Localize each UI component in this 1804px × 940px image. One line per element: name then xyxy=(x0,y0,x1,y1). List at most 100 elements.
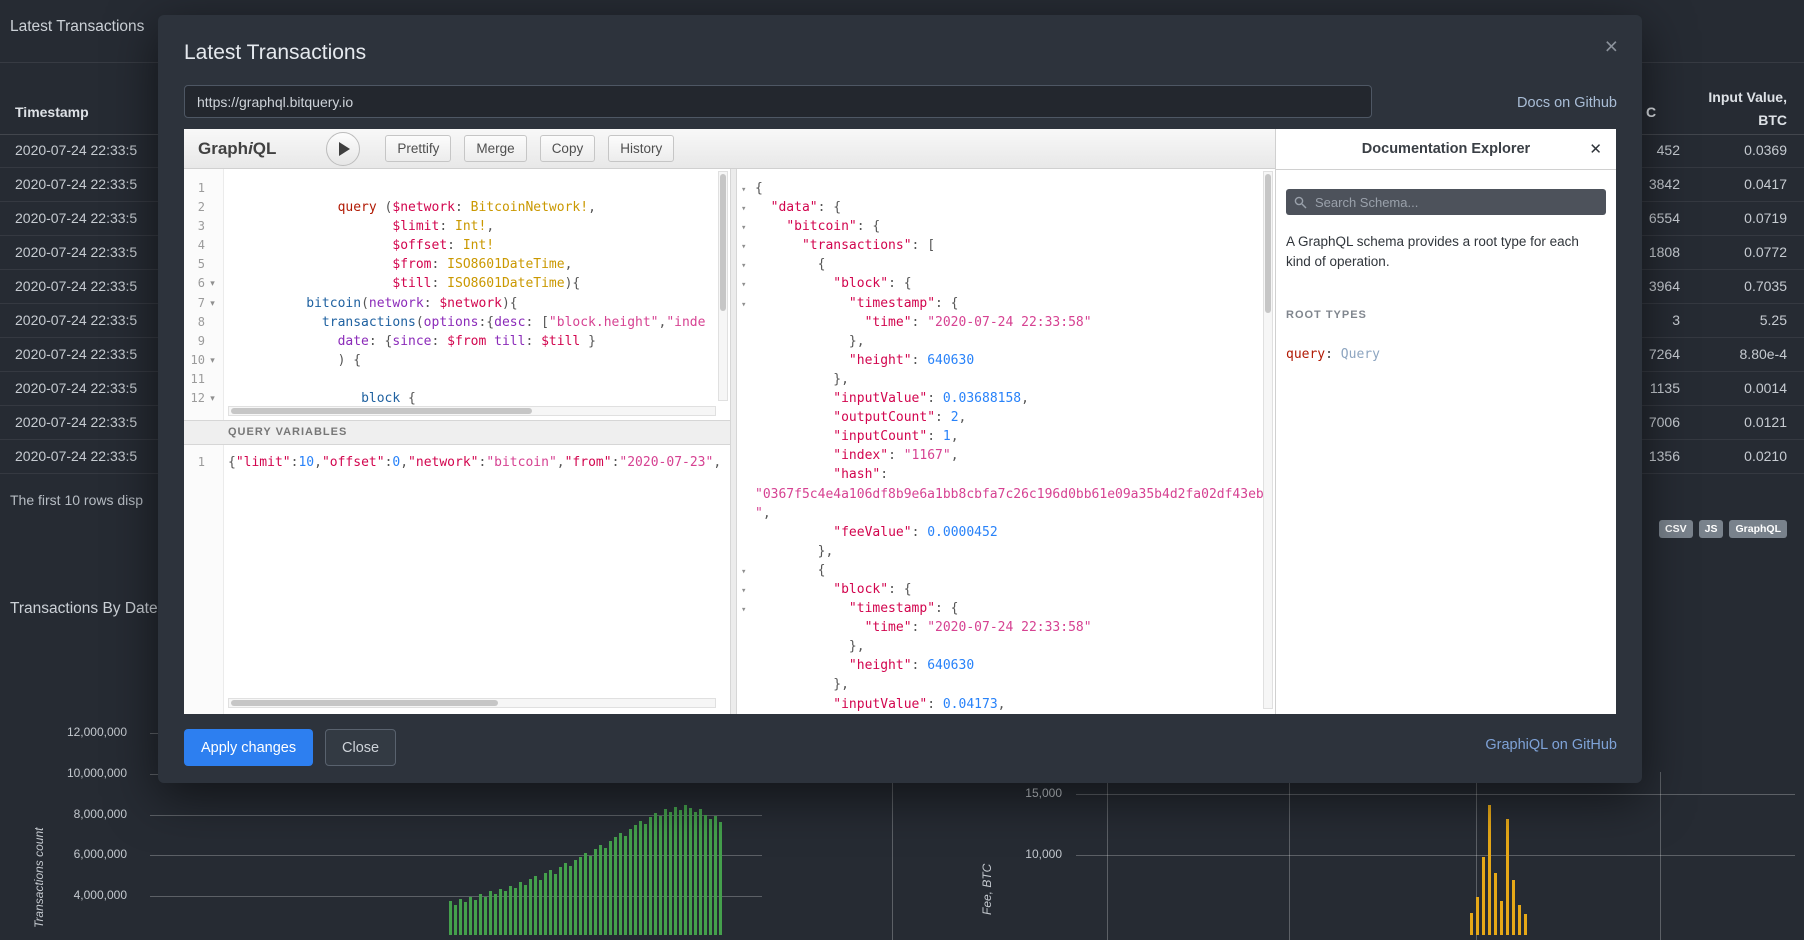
line-number: 2 xyxy=(184,198,205,217)
line-number: 5 xyxy=(184,255,205,274)
bar xyxy=(549,870,552,935)
bar xyxy=(629,829,632,935)
bar xyxy=(639,821,642,935)
bar xyxy=(534,876,537,935)
documentation-explorer: Documentation Explorer ✕ A GraphQL schem… xyxy=(1275,129,1616,714)
close-button[interactable]: Close xyxy=(325,729,396,766)
gridline xyxy=(1076,855,1795,856)
fold-arrow-icon[interactable]: ▾ xyxy=(205,389,220,408)
endpoint-url-input[interactable] xyxy=(184,85,1372,118)
fold-arrow-icon[interactable]: ▾ xyxy=(741,276,755,295)
graphiql-editor: GraphiQL PrettifyMergeCopyHistory 123456… xyxy=(184,129,1616,714)
line-number: 10 xyxy=(184,351,205,370)
y-tick-label: 8,000,000 xyxy=(0,807,127,821)
query-horizontal-scrollbar[interactable] xyxy=(228,406,716,416)
variables-gutter: 1 xyxy=(184,445,224,714)
variables-editor[interactable]: 1 {"limit":10,"offset":0,"network":"bitc… xyxy=(184,445,730,714)
toolbar-merge-button[interactable]: Merge xyxy=(464,135,526,162)
bar xyxy=(1512,880,1515,935)
query-code[interactable]: query ($network: BitcoinNetwork!, $limit… xyxy=(228,179,730,420)
toolbar-history-button[interactable]: History xyxy=(608,135,674,162)
bar xyxy=(699,809,702,935)
fold-arrow-icon[interactable]: ▾ xyxy=(205,274,220,293)
scrollbar-thumb[interactable] xyxy=(231,408,532,414)
query-type-link[interactable]: Query xyxy=(1341,347,1380,362)
export-badge-js[interactable]: JS xyxy=(1699,520,1724,538)
export-badge-csv[interactable]: CSV xyxy=(1659,520,1693,538)
line-number: 9 xyxy=(184,332,205,351)
cell-partial-value: 1356 xyxy=(1649,448,1680,464)
cell-timestamp: 2020-07-24 22:33:5 xyxy=(15,414,137,430)
query-editor-pane: 123456▾7▾8910▾1112▾ query ($network: Bit… xyxy=(184,169,730,714)
bar xyxy=(1524,914,1527,935)
export-badge-graphql[interactable]: GraphQL xyxy=(1729,520,1787,538)
graphiql-on-github-link[interactable]: GraphiQL on GitHub xyxy=(1485,737,1617,753)
docs-on-github-link[interactable]: Docs on Github xyxy=(1517,95,1617,111)
modal-close-icon[interactable]: × xyxy=(1605,33,1618,60)
cell-input-value: 0.0121 xyxy=(1744,414,1787,430)
scrollbar-thumb[interactable] xyxy=(720,174,726,311)
colon-separator: : xyxy=(1325,347,1341,362)
bar xyxy=(719,822,722,935)
column-header-partial: C xyxy=(1646,104,1656,120)
variables-code[interactable]: {"limit":10,"offset":0,"network":"bitcoi… xyxy=(228,453,730,714)
cell-partial-value: 3964 xyxy=(1649,278,1680,294)
graphiql-logo: GraphiQL xyxy=(198,139,276,159)
variables-horizontal-scrollbar[interactable] xyxy=(228,698,716,708)
right-chart-bars xyxy=(1470,805,1527,935)
column-header-input-value-line2: BTC xyxy=(1708,109,1787,132)
bar xyxy=(1488,805,1491,935)
bar xyxy=(484,897,487,935)
bar xyxy=(624,836,627,935)
cell-timestamp: 2020-07-24 22:33:5 xyxy=(15,210,137,226)
bar xyxy=(564,863,567,935)
bar xyxy=(504,891,507,935)
pane-resize-handle[interactable] xyxy=(730,169,737,714)
fold-arrow-icon[interactable]: ▾ xyxy=(741,296,755,315)
bar xyxy=(574,860,577,935)
result-vertical-scrollbar[interactable] xyxy=(1263,171,1273,709)
scrollbar-thumb[interactable] xyxy=(231,700,498,706)
cell-partial-value: 3842 xyxy=(1649,176,1680,192)
doc-search-box[interactable] xyxy=(1286,189,1606,215)
bar xyxy=(499,889,502,935)
execute-query-button[interactable] xyxy=(326,132,360,166)
toolbar-prettify-button[interactable]: Prettify xyxy=(385,135,451,162)
cell-input-value: 0.0210 xyxy=(1744,448,1787,464)
doc-explorer-close-icon[interactable]: ✕ xyxy=(1589,140,1602,158)
query-vertical-scrollbar[interactable] xyxy=(718,171,728,401)
scrollbar-thumb[interactable] xyxy=(1265,174,1271,313)
bar xyxy=(479,894,482,935)
toolbar-copy-button[interactable]: Copy xyxy=(540,135,596,162)
cell-input-value: 0.0719 xyxy=(1744,210,1787,226)
y-tick-label: 15,000 xyxy=(950,786,1062,800)
play-icon xyxy=(339,142,350,156)
bar xyxy=(1506,819,1509,935)
bar xyxy=(474,900,477,935)
line-number: 8 xyxy=(184,313,205,332)
apply-changes-button[interactable]: Apply changes xyxy=(184,729,313,766)
line-number: 7 xyxy=(184,294,205,313)
schema-search-input[interactable] xyxy=(1313,194,1598,211)
bar xyxy=(674,807,677,935)
bar xyxy=(654,813,657,935)
bar xyxy=(614,837,617,935)
latest-transactions-modal: Latest Transactions × Docs on Github Gra… xyxy=(158,15,1642,783)
doc-explorer-title: Documentation Explorer xyxy=(1362,141,1530,157)
column-header-input-value-line1: Input Value, xyxy=(1708,86,1787,109)
bar xyxy=(1476,897,1479,935)
bar xyxy=(579,857,582,935)
line-number: 6 xyxy=(184,274,205,293)
bar xyxy=(619,833,622,935)
bar xyxy=(559,867,562,935)
cell-timestamp: 2020-07-24 22:33:5 xyxy=(15,244,137,260)
line-number: 12 xyxy=(184,389,205,408)
fold-arrow-icon[interactable]: ▾ xyxy=(205,351,220,370)
query-variables-title[interactable]: QUERY VARIABLES xyxy=(184,420,730,445)
line-number: 3 xyxy=(184,217,205,236)
line-number: 4 xyxy=(184,236,205,255)
cell-timestamp: 2020-07-24 22:33:5 xyxy=(15,278,137,294)
fold-arrow-icon[interactable]: ▾ xyxy=(205,294,220,313)
query-editor[interactable]: 123456▾7▾8910▾1112▾ query ($network: Bit… xyxy=(184,169,730,420)
bar xyxy=(554,874,557,935)
